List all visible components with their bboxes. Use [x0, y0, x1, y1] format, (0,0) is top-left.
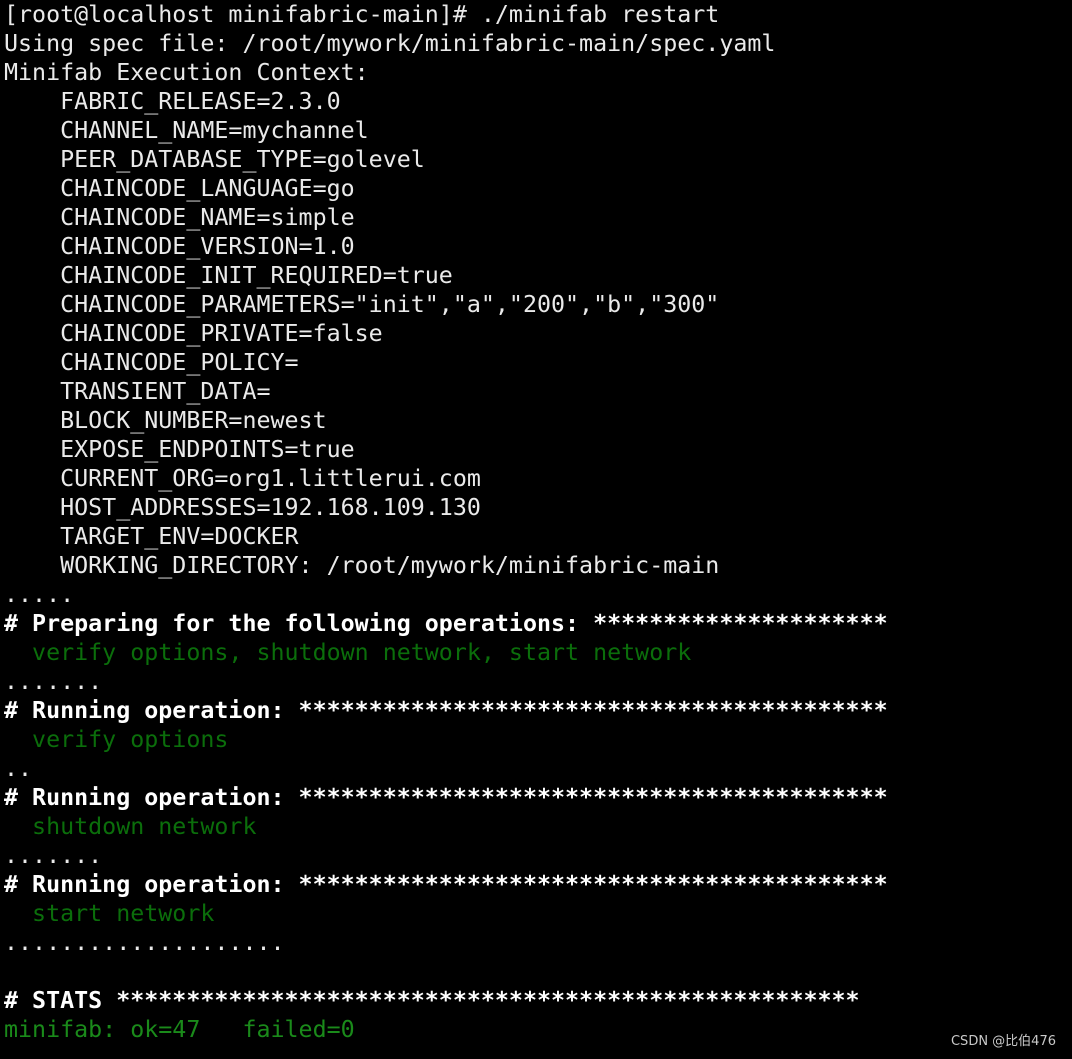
- terminal-line: CHAINCODE_LANGUAGE=go: [4, 175, 355, 202]
- terminal-line: CURRENT_ORG=org1.littlerui.com: [4, 465, 481, 492]
- terminal-line: FABRIC_RELEASE=2.3.0: [4, 88, 341, 115]
- terminal-line: TARGET_ENV=DOCKER: [4, 523, 299, 550]
- terminal-line: CHAINCODE_NAME=simple: [4, 204, 355, 231]
- terminal-line: Minifab Execution Context:: [4, 59, 369, 86]
- terminal-line: CHAINCODE_POLICY=: [4, 349, 299, 376]
- terminal-line: start network: [4, 900, 215, 927]
- terminal-line: # Preparing for the following operations…: [4, 610, 888, 637]
- terminal-line: # STATS ********************************…: [4, 987, 860, 1014]
- terminal-line: # Running operation: *******************…: [4, 784, 888, 811]
- terminal-line: TRANSIENT_DATA=: [4, 378, 271, 405]
- terminal-line: PEER_DATABASE_TYPE=golevel: [4, 146, 425, 173]
- terminal-line: BLOCK_NUMBER=newest: [4, 407, 327, 434]
- terminal-line: minifab: ok=47 failed=0: [4, 1016, 355, 1043]
- terminal-line: HOST_ADDRESSES=192.168.109.130: [4, 494, 481, 521]
- terminal-line: verify options: [4, 726, 229, 753]
- csdn-watermark: CSDN @比伯476: [950, 1034, 1056, 1049]
- terminal-line: .....: [4, 581, 75, 608]
- terminal-line: CHANNEL_NAME=mychannel: [4, 117, 369, 144]
- terminal-line: WORKING_DIRECTORY: /root/mywork/minifabr…: [4, 552, 720, 579]
- terminal-line: CHAINCODE_PARAMETERS="init","a","200","b…: [4, 291, 720, 318]
- terminal-line: .......: [4, 842, 103, 869]
- terminal-line: # Running operation: *******************…: [4, 697, 888, 724]
- terminal-line: ..: [4, 755, 33, 782]
- terminal-line: CHAINCODE_PRIVATE=false: [4, 320, 383, 347]
- terminal-line: EXPOSE_ENDPOINTS=true: [4, 436, 355, 463]
- terminal-output[interactable]: [root@localhost minifabric-main]# ./mini…: [4, 0, 1068, 1059]
- terminal-line: CHAINCODE_VERSION=1.0: [4, 233, 355, 260]
- terminal-line: Using spec file: /root/mywork/minifabric…: [4, 30, 776, 57]
- terminal-line: [root@localhost minifabric-main]# ./mini…: [4, 1, 720, 28]
- terminal-line: ....................: [4, 929, 285, 956]
- terminal-line: shutdown network: [4, 813, 257, 840]
- terminal-line: # Running operation: *******************…: [4, 871, 888, 898]
- terminal-line: .......: [4, 668, 103, 695]
- terminal-line: verify options, shutdown network, start …: [4, 639, 692, 666]
- terminal-line: CHAINCODE_INIT_REQUIRED=true: [4, 262, 453, 289]
